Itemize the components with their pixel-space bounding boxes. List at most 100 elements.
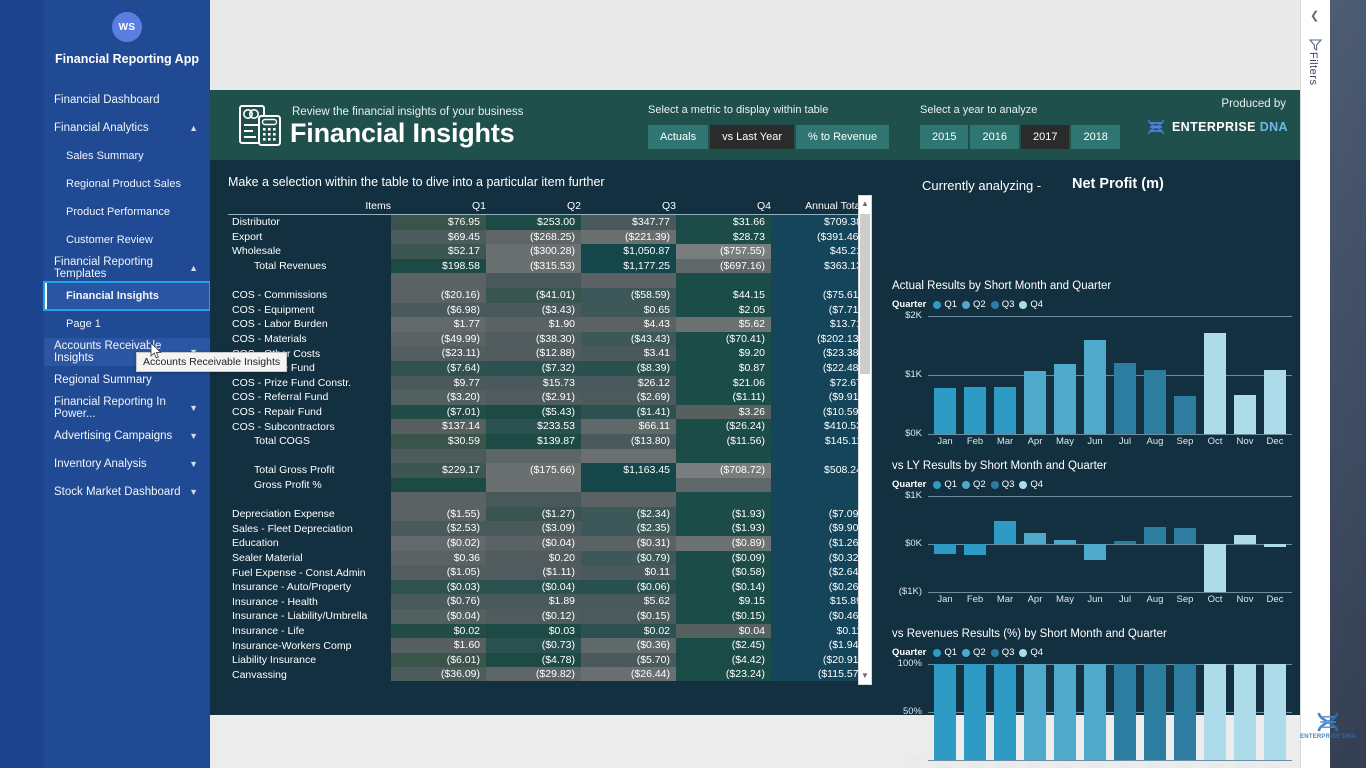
chart-bar-cell[interactable] xyxy=(1110,316,1140,434)
table-cell-item[interactable]: Canvassing xyxy=(228,669,391,681)
table-cell-value[interactable] xyxy=(391,492,486,507)
legend-item-q3[interactable]: Q3 xyxy=(990,479,1014,490)
table-cell-item[interactable]: Total Gross Profit xyxy=(228,464,391,476)
chart-bar[interactable] xyxy=(1143,369,1167,434)
table-cell-value[interactable]: ($7.32) xyxy=(486,360,581,376)
table-cell-item[interactable]: Education xyxy=(228,537,391,549)
chart-bar[interactable] xyxy=(1053,363,1077,434)
table-cell-value[interactable]: ($9.91) xyxy=(771,390,868,405)
table-cell-value[interactable] xyxy=(391,477,486,493)
table-column-header[interactable]: Q1 xyxy=(391,200,486,212)
table-cell-item[interactable]: COS - Referral Fund xyxy=(228,391,391,403)
table-cell-value[interactable]: $229.17 xyxy=(391,463,486,478)
chart-bar-cell[interactable] xyxy=(1170,664,1200,760)
table-cell-value[interactable]: ($4.42) xyxy=(676,652,771,668)
table-cell-value[interactable] xyxy=(486,448,581,464)
table-row[interactable]: COS - Other Costs($23.11)($12.88)$3.41$9… xyxy=(228,346,868,361)
chart-bar[interactable] xyxy=(1053,664,1077,760)
metric-option-vs-last-year[interactable]: vs Last Year xyxy=(710,125,795,149)
sidebar-item-customer-review[interactable]: Customer Review xyxy=(44,226,210,254)
table-cell-value[interactable]: ($26.24) xyxy=(676,419,771,434)
legend-item-q3[interactable]: Q3 xyxy=(990,299,1014,310)
table-cell-value[interactable]: $26.12 xyxy=(581,375,676,391)
chart-bar[interactable] xyxy=(1173,664,1197,760)
table-cell-value[interactable]: $0.36 xyxy=(391,550,486,566)
chart-bar[interactable] xyxy=(1113,664,1137,760)
table-cell-item[interactable]: Sealer Material xyxy=(228,552,391,564)
table-cell-value[interactable]: $4.43 xyxy=(581,317,676,332)
table-cell-value[interactable]: ($38.30) xyxy=(486,331,581,347)
table-cell-value[interactable]: $0.65 xyxy=(581,302,676,318)
table-row[interactable]: Distributor $76.95 $253.00 $347.77 $31.66 $70… xyxy=(228,215,868,230)
table-column-header[interactable]: Q3 xyxy=(581,200,676,212)
table-cell-value[interactable]: ($49.99) xyxy=(391,331,486,347)
table-cell-item[interactable]: Insurance - Auto/Property xyxy=(228,581,391,593)
table-cell-value[interactable]: $0.20 xyxy=(486,550,581,566)
table-cell-value[interactable]: ($58.59) xyxy=(581,287,676,303)
chart-bar[interactable] xyxy=(1233,664,1257,760)
table-cell-item[interactable]: Liability Insurance xyxy=(228,654,391,666)
table-row[interactable]: COS - Referral Fund ($3.20) ($2.91) ($2.69)… xyxy=(228,390,868,405)
table-cell-value[interactable]: ($0.09) xyxy=(676,550,771,566)
table-cell-value[interactable]: $347.77 xyxy=(581,215,676,230)
table-cell-value[interactable]: ($2.35) xyxy=(581,521,676,537)
table-cell-value[interactable]: $52.17 xyxy=(391,244,486,259)
legend-item-q2[interactable]: Q2 xyxy=(962,479,986,490)
chart-bar[interactable] xyxy=(1053,539,1077,544)
table-cell-value[interactable]: ($315.53) xyxy=(486,258,581,274)
chart-bar-cell[interactable] xyxy=(1020,664,1050,760)
table-cell-value[interactable]: ($41.01) xyxy=(486,287,581,303)
table-cell-item[interactable]: Insurance - Health xyxy=(228,596,391,608)
table-cell-value[interactable]: ($4.78) xyxy=(486,652,581,668)
table-cell-value[interactable]: ($6.01) xyxy=(391,652,486,668)
table-cell-value[interactable]: $1.89 xyxy=(486,594,581,610)
table-row[interactable]: COS - Commissions ($20.16) ($41.01) ($58.59… xyxy=(228,287,868,303)
table-cell-value[interactable]: ($0.03) xyxy=(391,579,486,595)
table-cell-value[interactable]: ($3.20) xyxy=(391,390,486,405)
table-cell-value[interactable]: ($0.31) xyxy=(581,536,676,551)
table-cell-value[interactable]: ($0.36) xyxy=(581,638,676,653)
table-cell-value[interactable]: ($43.43) xyxy=(581,331,676,347)
table-cell-value[interactable]: ($3.09) xyxy=(486,521,581,537)
table-cell-value[interactable]: $31.66 xyxy=(676,215,771,230)
table-row[interactable]: COS - Materials ($49.99) ($38.30) ($43.43) (… xyxy=(228,331,868,347)
filter-funnel-icon[interactable] xyxy=(1309,38,1322,51)
table-row[interactable]: Insurance-Workers Comp $1.60 ($0.73) ($0.36… xyxy=(228,638,868,653)
table-cell-value[interactable]: ($7.01) xyxy=(391,404,486,420)
table-cell-value[interactable]: ($20.91) xyxy=(771,652,868,668)
chart-bar-cell[interactable] xyxy=(1080,316,1110,434)
table-column-header[interactable]: Items xyxy=(228,200,391,212)
chevron-up-icon[interactable]: ▲ xyxy=(189,123,198,133)
table-row[interactable]: Fuel Expense - Const.Admin ($1.05) ($1.11)… xyxy=(228,565,868,580)
sidebar-item-advertising-campaigns[interactable]: Advertising Campaigns ▼ xyxy=(44,422,210,450)
table-row[interactable]: Canvassing ($36.09) ($29.82) ($26.44) ($23.2… xyxy=(228,667,868,681)
table-cell-value[interactable]: ($2.64) xyxy=(771,565,868,580)
chart-bar-cell[interactable] xyxy=(1170,316,1200,434)
sidebar-item-financial-analytics[interactable]: Financial Analytics ▲ xyxy=(44,114,210,142)
table-cell-value[interactable]: ($0.06) xyxy=(581,579,676,595)
legend-item-q1[interactable]: Q1 xyxy=(933,299,957,310)
table-cell-value[interactable] xyxy=(486,477,581,493)
table-cell-value[interactable]: ($0.32) xyxy=(771,550,868,566)
legend-item-q2[interactable]: Q2 xyxy=(962,647,986,658)
sidebar-item-financial-reporting-templates[interactable]: Financial Reporting Templates ▲ xyxy=(44,254,210,282)
table-cell-value[interactable] xyxy=(771,477,868,493)
table-cell-value[interactable]: ($300.28) xyxy=(486,244,581,259)
table-cell-value[interactable]: ($202.13) xyxy=(771,331,868,347)
table-row[interactable]: Export $69.45 ($268.25) ($221.39) $28.73 ($39… xyxy=(228,229,868,245)
table-cell-value[interactable]: ($6.98) xyxy=(391,302,486,318)
table-cell-item[interactable]: Fuel Expense - Const.Admin xyxy=(228,567,391,579)
chart-bar-cell[interactable] xyxy=(930,496,960,592)
chart-bar-cell[interactable] xyxy=(1200,664,1230,760)
table-row[interactable] xyxy=(228,492,868,507)
table-cell-value[interactable] xyxy=(676,477,771,493)
year-slicer[interactable]: 2015 2016 2017 2018 xyxy=(920,125,1120,149)
chart-bar[interactable] xyxy=(1203,544,1227,592)
table-cell-item[interactable]: COS - Materials xyxy=(228,333,391,345)
collapse-chevron-left-icon[interactable]: ❮ xyxy=(1310,9,1319,22)
table-cell-value[interactable]: ($0.12) xyxy=(486,609,581,624)
year-option-2016[interactable]: 2016 xyxy=(970,125,1019,149)
chart-bar-cell[interactable] xyxy=(930,664,960,760)
table-cell-value[interactable]: $69.45 xyxy=(391,229,486,245)
chart-bar-cell[interactable] xyxy=(1050,496,1080,592)
